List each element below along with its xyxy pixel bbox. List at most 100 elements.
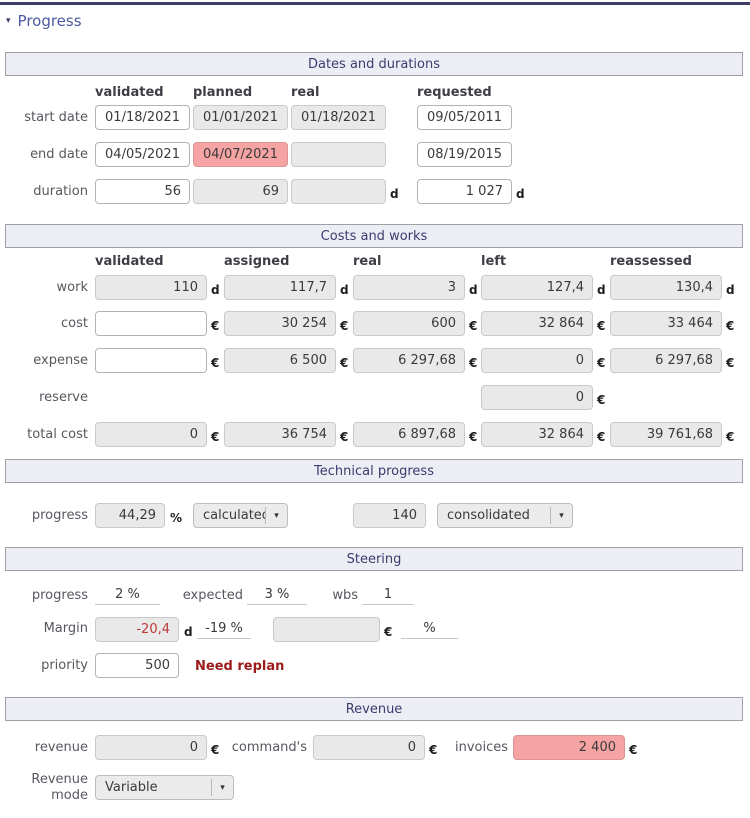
end-date-requested-input[interactable] — [417, 142, 512, 167]
start-date-real-input — [291, 105, 386, 130]
unit-day: d — [390, 187, 399, 201]
total-cost-left-input — [481, 422, 593, 447]
column-header-reassessed: reassessed — [610, 254, 692, 269]
steering-progress-input[interactable] — [95, 585, 160, 605]
total-cost-label: total cost — [0, 427, 88, 442]
unit-euro: € — [340, 430, 348, 444]
technical-progress-input — [95, 503, 165, 528]
unit-day: d — [211, 283, 220, 297]
end-date-planned-input — [193, 142, 288, 167]
need-replan-alert: Need replan — [195, 659, 284, 674]
section-title: Technical progress — [314, 464, 434, 479]
cost-left-input — [481, 311, 593, 336]
section-header-steering: Steering — [5, 547, 743, 571]
duration-real-input — [291, 179, 386, 204]
work-reassessed-input — [610, 275, 722, 300]
expected-progress-input[interactable] — [247, 585, 307, 605]
unit-day: d — [184, 625, 193, 639]
section-title: Costs and works — [321, 229, 428, 244]
unit-day: d — [469, 283, 478, 297]
unit-euro: € — [597, 430, 605, 444]
expense-assigned-input — [224, 348, 336, 373]
work-validated-input — [95, 275, 207, 300]
section-header-costs: Costs and works — [5, 224, 743, 248]
end-date-validated-input[interactable] — [95, 142, 190, 167]
start-date-validated-input[interactable] — [95, 105, 190, 130]
total-cost-assigned-input — [224, 422, 336, 447]
unit-euro: € — [726, 319, 734, 333]
unit-euro: € — [597, 356, 605, 370]
unit-percent: % — [170, 511, 182, 525]
page-title: Progress — [18, 12, 82, 30]
revenue-mode-label: Revenue mode — [0, 772, 88, 804]
progress-method-value: calculated — [194, 508, 265, 523]
section-title: Dates and durations — [308, 57, 440, 72]
unit-euro: € — [211, 430, 219, 444]
unit-euro: € — [211, 356, 219, 370]
duration-planned-input — [193, 179, 288, 204]
work-label: work — [0, 280, 88, 295]
unit-euro: € — [469, 430, 477, 444]
expense-reassessed-input — [610, 348, 722, 373]
section-title: Steering — [347, 552, 402, 567]
unit-euro: € — [726, 430, 734, 444]
column-header-validated: validated — [95, 85, 164, 100]
column-header-requested: requested — [417, 85, 492, 100]
work-left-input — [481, 275, 593, 300]
technical-progress-label: progress — [0, 508, 88, 523]
expense-validated-input[interactable] — [95, 348, 207, 373]
start-date-label: start date — [0, 110, 88, 125]
margin-days-input — [95, 617, 179, 642]
start-date-planned-input — [193, 105, 288, 130]
unit-euro: € — [469, 319, 477, 333]
column-header-left: left — [481, 254, 506, 269]
expense-label: expense — [0, 353, 88, 368]
revenue-mode-select[interactable]: Variable ▾ — [95, 775, 234, 800]
progress-method-select[interactable]: calculated ▾ — [193, 503, 288, 528]
cost-assigned-input — [224, 311, 336, 336]
progress-page: ▾ Progress Dates and durations validated… — [0, 0, 750, 818]
unit-day: d — [340, 283, 349, 297]
invoices-label: invoices — [420, 740, 508, 755]
progress-section-toggle[interactable]: ▾ Progress — [6, 12, 82, 30]
expected-label: expected — [155, 588, 243, 603]
unit-euro: € — [629, 743, 637, 757]
column-header-assigned: assigned — [224, 254, 289, 269]
steering-progress-label: progress — [0, 588, 88, 603]
cost-label: cost — [0, 316, 88, 331]
unit-euro: € — [597, 393, 605, 407]
duration-validated-input[interactable] — [95, 179, 190, 204]
start-date-requested-input[interactable] — [417, 105, 512, 130]
expense-left-input — [481, 348, 593, 373]
column-header-planned: planned — [193, 85, 252, 100]
consolidated-method-select[interactable]: consolidated ▾ — [437, 503, 573, 528]
cost-reassessed-input — [610, 311, 722, 336]
consolidated-method-value: consolidated — [438, 508, 550, 523]
unit-day: d — [597, 283, 606, 297]
section-title: Revenue — [346, 702, 403, 717]
duration-requested-input[interactable] — [417, 179, 512, 204]
section-header-dates: Dates and durations — [5, 52, 743, 76]
invoices-input — [513, 735, 625, 760]
unit-euro: € — [726, 356, 734, 370]
wbs-input[interactable] — [362, 585, 414, 605]
commands-input — [313, 735, 425, 760]
section-header-revenue: Revenue — [5, 697, 743, 721]
end-date-real-input — [291, 142, 386, 167]
priority-label: priority — [0, 658, 88, 673]
cost-validated-input[interactable] — [95, 311, 207, 336]
chevron-down-icon: ▾ — [212, 783, 233, 793]
total-cost-real-input — [353, 422, 465, 447]
margin-percent-input[interactable] — [197, 619, 251, 639]
top-accent-bar — [0, 2, 750, 5]
total-cost-reassessed-input — [610, 422, 722, 447]
wbs-label: wbs — [320, 588, 358, 603]
margin-amount-percent-input[interactable] — [401, 619, 458, 639]
priority-input[interactable] — [95, 653, 179, 678]
unit-euro: € — [469, 356, 477, 370]
work-real-input — [353, 275, 465, 300]
duration-label: duration — [0, 184, 88, 199]
margin-label: Margin — [0, 621, 88, 636]
unit-day: d — [516, 187, 525, 201]
work-assigned-input — [224, 275, 336, 300]
